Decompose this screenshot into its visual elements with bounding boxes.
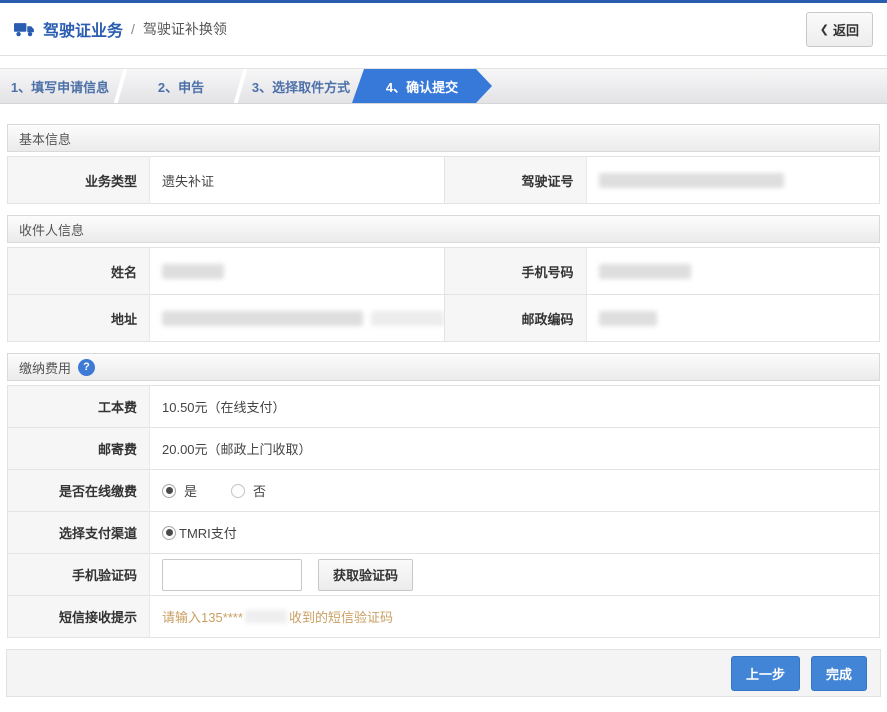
postcode-label: 邮政编码 [445, 295, 587, 341]
sms-tip-label: 短信接收提示 [8, 596, 150, 637]
prev-step-button[interactable]: 上一步 [731, 656, 800, 691]
breadcrumb-current: 驾驶证补换领 [143, 19, 227, 39]
chevron-left-icon: ❮ [820, 23, 829, 36]
wizard-step-2-label: 2、申告 [158, 77, 204, 96]
table-row: 是否在线缴费 是 否 [8, 469, 879, 511]
redacted-name [162, 264, 224, 279]
radio-label-yes[interactable]: 是 [184, 481, 197, 500]
field-phone: 手机号码 [444, 248, 880, 294]
table-row: 地址 邮政编码 [8, 294, 879, 341]
radio-group-tmri: TMRI支付 [162, 523, 237, 542]
breadcrumb-separator: / [131, 21, 135, 37]
wizard-step-4-label: 4、确认提交 [386, 77, 458, 96]
radio-group-no: 否 [231, 481, 266, 500]
section-header-payment: 缴纳费用 ? [7, 353, 880, 381]
sms-code-input[interactable] [162, 559, 302, 591]
section-header-recipient-info: 收件人信息 [7, 215, 880, 243]
sms-code-label: 手机验证码 [8, 554, 150, 595]
step-wizard: 1、填写申请信息 2、申告 3、选择取件方式 4、确认提交 [0, 68, 887, 104]
wizard-step-1: 1、填写申请信息 [0, 69, 120, 103]
license-no-label: 驾驶证号 [445, 157, 587, 203]
wizard-step-4-active: 4、确认提交 [352, 69, 492, 103]
back-button-label: 返回 [833, 20, 859, 39]
radio-channel-tmri[interactable] [162, 526, 176, 540]
wizard-step-3-label: 3、选择取件方式 [252, 77, 350, 96]
section-header-basic-info: 基本信息 [7, 124, 880, 152]
help-icon[interactable]: ? [78, 359, 95, 376]
main-content: 基本信息 业务类型 遗失补证 驾驶证号 收件人信息 姓名 [7, 124, 880, 638]
pay-channel-label: 选择支付渠道 [8, 512, 150, 553]
online-pay-options: 是 否 [150, 470, 879, 511]
business-type-label: 业务类型 [8, 157, 150, 203]
radio-group-yes: 是 [162, 481, 197, 500]
section-title: 基本信息 [19, 129, 71, 148]
table-row: 选择支付渠道 TMRI支付 [8, 511, 879, 553]
wizard-step-3: 3、选择取件方式 [242, 69, 360, 103]
radio-online-pay-no[interactable] [231, 484, 245, 498]
field-postcode: 邮政编码 [444, 295, 880, 341]
field-cost: 工本费 10.50元（在线支付） [8, 386, 879, 427]
phone-value [587, 248, 880, 294]
sms-tip-text: 请输入135**** 收到的短信验证码 [162, 607, 393, 626]
page-title: 驾驶证业务 [43, 17, 123, 41]
get-code-button[interactable]: 获取验证码 [318, 559, 413, 591]
wizard-step-2: 2、申告 [122, 69, 240, 103]
redacted-address [371, 311, 444, 326]
table-row: 业务类型 遗失补证 驾驶证号 [8, 157, 879, 203]
name-label: 姓名 [8, 248, 150, 294]
sms-code-controls: 获取验证码 [150, 554, 879, 595]
postage-label: 邮寄费 [8, 428, 150, 469]
field-sms-tip: 短信接收提示 请输入135**** 收到的短信验证码 [8, 596, 879, 637]
radio-label-no[interactable]: 否 [253, 481, 266, 500]
field-business-type: 业务类型 遗失补证 [8, 157, 444, 203]
cost-label: 工本费 [8, 386, 150, 427]
field-sms-code: 手机验证码 获取验证码 [8, 554, 879, 595]
address-value [150, 295, 444, 341]
redacted-phone [599, 264, 691, 279]
redacted-sms-digits [245, 610, 287, 623]
sms-tip-value: 请输入135**** 收到的短信验证码 [150, 596, 879, 637]
payment-table: 工本费 10.50元（在线支付） 邮寄费 20.00元（邮政上门收取） 是否在线… [7, 385, 880, 638]
redacted-license-no [599, 173, 784, 188]
truck-icon [14, 22, 36, 37]
sms-tip-prefix: 请输入135**** [162, 607, 243, 626]
sms-tip-suffix: 收到的短信验证码 [289, 607, 393, 626]
online-pay-label: 是否在线缴费 [8, 470, 150, 511]
postage-value: 20.00元（邮政上门收取） [150, 428, 879, 469]
redacted-postcode [599, 311, 657, 326]
field-address: 地址 [8, 295, 444, 341]
business-type-value: 遗失补证 [150, 157, 444, 203]
header: 驾驶证业务 / 驾驶证补换领 ❮ 返回 [0, 3, 887, 56]
table-row: 短信接收提示 请输入135**** 收到的短信验证码 [8, 595, 879, 637]
finish-button[interactable]: 完成 [811, 656, 867, 691]
pay-channel-options: TMRI支付 [150, 512, 879, 553]
radio-online-pay-yes[interactable] [162, 484, 176, 498]
postcode-value [587, 295, 880, 341]
table-row: 工本费 10.50元（在线支付） [8, 386, 879, 427]
field-online-pay: 是否在线缴费 是 否 [8, 470, 879, 511]
field-name: 姓名 [8, 248, 444, 294]
recipient-info-table: 姓名 手机号码 地址 邮政编码 [7, 247, 880, 342]
cost-value: 10.50元（在线支付） [150, 386, 879, 427]
section-title: 收件人信息 [19, 220, 84, 239]
name-value [150, 248, 444, 294]
address-label: 地址 [8, 295, 150, 341]
section-title: 缴纳费用 [19, 358, 71, 377]
wizard-step-1-label: 1、填写申请信息 [11, 77, 109, 96]
phone-label: 手机号码 [445, 248, 587, 294]
table-row: 姓名 手机号码 [8, 248, 879, 294]
breadcrumb: 驾驶证业务 / 驾驶证补换领 [14, 17, 227, 41]
field-license-no: 驾驶证号 [444, 157, 880, 203]
license-no-value [587, 157, 880, 203]
table-row: 邮寄费 20.00元（邮政上门收取） [8, 427, 879, 469]
redacted-address [162, 311, 363, 326]
footer-actions: 上一步 完成 [6, 649, 881, 697]
back-button[interactable]: ❮ 返回 [806, 12, 873, 47]
field-postage: 邮寄费 20.00元（邮政上门收取） [8, 428, 879, 469]
radio-label-tmri[interactable]: TMRI支付 [179, 523, 237, 542]
table-row: 手机验证码 获取验证码 [8, 553, 879, 595]
basic-info-table: 业务类型 遗失补证 驾驶证号 [7, 156, 880, 204]
field-pay-channel: 选择支付渠道 TMRI支付 [8, 512, 879, 553]
